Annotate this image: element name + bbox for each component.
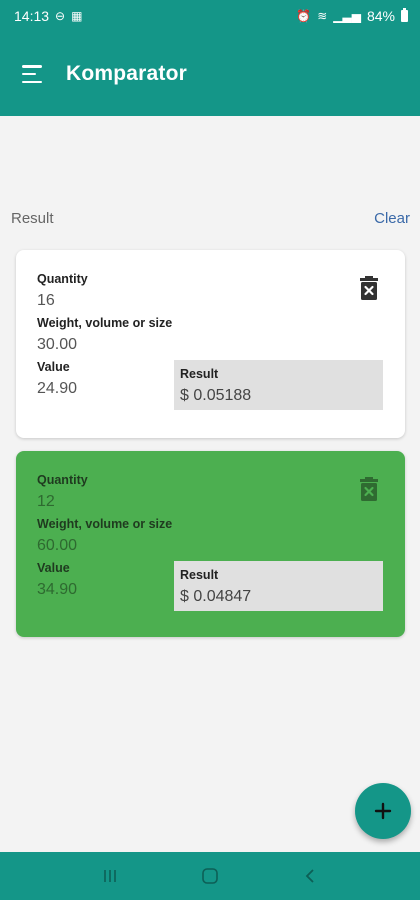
- value-result-row: Value 24.90 Result $ 0.05188: [37, 360, 383, 410]
- weight-field[interactable]: 60.00: [37, 537, 383, 555]
- app-bar: Komparator: [0, 32, 420, 116]
- battery-icon: [401, 8, 408, 22]
- result-box: Result $ 0.05188: [174, 360, 383, 410]
- result-label: Result: [180, 367, 219, 381]
- value-field[interactable]: 24.90: [37, 380, 174, 398]
- comparison-card-best: Quantity 12 Weight, volume or size 60.00…: [16, 451, 405, 637]
- value-column: Value 34.90: [37, 561, 174, 611]
- delete-icon[interactable]: [359, 477, 379, 506]
- battery-percent: 84%: [366, 8, 395, 24]
- comparison-card: Quantity 16 Weight, volume or size 30.00…: [16, 250, 405, 438]
- result-label: Result: [180, 568, 219, 582]
- value-column: Value 24.90: [37, 360, 174, 410]
- signal-icon: ▁▃▅: [333, 9, 361, 23]
- alarm-icon: ⏰: [296, 9, 312, 23]
- qr-icon: ▦: [71, 9, 83, 23]
- status-right: ⏰ ≋ ▁▃▅ 84%: [296, 8, 408, 24]
- quantity-label: Quantity: [37, 272, 88, 286]
- value-field[interactable]: 34.90: [37, 581, 174, 599]
- status-left: 14:13 ⊖ ▦: [14, 8, 82, 24]
- quantity-field[interactable]: 16: [37, 292, 383, 310]
- wifi-icon: ≋: [317, 9, 328, 23]
- clear-button[interactable]: Clear: [374, 210, 410, 227]
- menu-icon[interactable]: [22, 65, 44, 83]
- add-button[interactable]: [355, 783, 411, 839]
- system-nav-bar: [0, 852, 420, 900]
- weight-label: Weight, volume or size: [37, 316, 173, 330]
- weight-label: Weight, volume or size: [37, 517, 173, 531]
- weight-field[interactable]: 30.00: [37, 336, 383, 354]
- status-time: 14:13: [14, 8, 50, 24]
- result-header: Result Clear: [11, 210, 410, 227]
- value-result-row: Value 34.90 Result $ 0.04847: [37, 561, 383, 611]
- result-box: Result $ 0.04847: [174, 561, 383, 611]
- status-bar: 14:13 ⊖ ▦ ⏰ ≋ ▁▃▅ 84%: [0, 0, 420, 32]
- notification-icon: ⊖: [55, 9, 66, 23]
- result-heading: Result: [11, 210, 54, 227]
- value-label: Value: [37, 360, 70, 374]
- delete-icon[interactable]: [359, 276, 379, 305]
- result-value: $ 0.04847: [180, 588, 252, 605]
- value-label: Value: [37, 561, 70, 575]
- back-icon[interactable]: [290, 856, 330, 896]
- app-title: Komparator: [66, 62, 188, 85]
- plus-icon: [374, 802, 392, 820]
- result-value: $ 0.05188: [180, 387, 252, 404]
- recent-apps-icon[interactable]: [90, 856, 130, 896]
- quantity-field[interactable]: 12: [37, 493, 383, 511]
- home-icon[interactable]: [190, 856, 230, 896]
- quantity-label: Quantity: [37, 473, 88, 487]
